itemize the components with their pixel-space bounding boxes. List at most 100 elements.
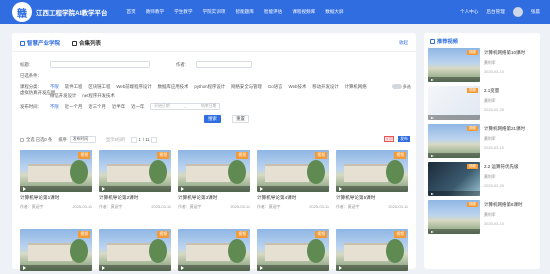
- tab-cooperation[interactable]: 合集列表: [72, 39, 101, 47]
- video-title[interactable]: 计算机导论第2课时: [99, 195, 171, 201]
- video-thumbnail[interactable]: 视频: [20, 150, 92, 192]
- category-option[interactable]: Web前端程序设计: [116, 84, 151, 90]
- video-thumbnail[interactable]: 视频: [428, 162, 480, 196]
- category-option[interactable]: 软件工程: [65, 84, 83, 90]
- category-option[interactable]: 网络安全与管理: [231, 84, 262, 90]
- video-thumbnail[interactable]: 视频: [428, 200, 480, 234]
- play-icon[interactable]: [431, 117, 434, 119]
- filter-tag-publish[interactable]: 发布: [398, 136, 410, 142]
- video-title[interactable]: 计算机导论第4课时: [257, 195, 329, 201]
- multi-select-toggle[interactable]: [392, 84, 402, 89]
- play-icon[interactable]: [339, 266, 342, 270]
- video-thumbnail[interactable]: 视频: [20, 229, 92, 271]
- category-option[interactable]: 移动开发设计: [312, 84, 338, 90]
- play-icon[interactable]: [23, 266, 26, 270]
- video-card[interactable]: 视频 计算机导论第4课时 作者：黄涵宇 2025-03-11: [257, 150, 329, 210]
- video-title[interactable]: 2.2 运算符优先级: [484, 164, 519, 170]
- play-icon[interactable]: [431, 193, 434, 195]
- school-logo[interactable]: 赣: [12, 2, 32, 22]
- category-option[interactable]: 微信开发设计: [50, 93, 76, 99]
- nav-item-teacher-teaching[interactable]: 教师教学: [141, 9, 169, 15]
- category-option[interactable]: python程序设计: [194, 84, 225, 90]
- video-title[interactable]: 计算机网络第6课时: [484, 202, 523, 208]
- play-icon[interactable]: [102, 187, 105, 191]
- time-option[interactable]: 近一年: [131, 104, 144, 110]
- play-icon[interactable]: [260, 266, 263, 270]
- video-card[interactable]: 视频: [20, 229, 92, 271]
- video-card[interactable]: 视频: [99, 229, 171, 271]
- category-option[interactable]: 区块链工程: [88, 84, 110, 90]
- author-input[interactable]: [196, 61, 252, 68]
- video-thumbnail[interactable]: 视频: [336, 229, 408, 271]
- username[interactable]: 张晨: [531, 9, 540, 15]
- video-card[interactable]: 视频: [257, 229, 329, 271]
- recommended-item[interactable]: 视频 计算机网络第6课时 黄利军 2025-03-10: [428, 200, 538, 234]
- collapse-button[interactable]: 收起: [399, 40, 408, 46]
- category-option[interactable]: Go语言: [268, 84, 283, 90]
- video-thumbnail[interactable]: 视频: [99, 150, 171, 192]
- time-option[interactable]: 近三个月: [88, 104, 106, 110]
- play-icon[interactable]: [181, 187, 184, 191]
- tab-smart-industry[interactable]: 智慧产业学院: [20, 39, 60, 47]
- video-thumbnail[interactable]: 视频: [99, 229, 171, 271]
- video-title[interactable]: 计算机导论第3课时: [178, 195, 250, 201]
- recommended-item[interactable]: 视频 计算机网络第21课时 黄利军 2025-03-10: [428, 124, 538, 158]
- time-option[interactable]: 不限: [50, 104, 59, 110]
- title-input[interactable]: [50, 61, 150, 68]
- video-card[interactable]: 视频 计算机导论第2课时 作者：黄涵宇 2025-03-11: [99, 150, 171, 210]
- nav-item-home[interactable]: 首页: [122, 9, 141, 15]
- admin-link[interactable]: 后台管理: [486, 9, 504, 15]
- play-icon[interactable]: [260, 187, 263, 191]
- avatar[interactable]: [512, 7, 523, 17]
- video-card[interactable]: 视频: [178, 229, 250, 271]
- nav-item-video-library[interactable]: 课程视频库: [287, 9, 320, 15]
- personal-center-link[interactable]: 个人中心: [460, 9, 478, 15]
- video-card[interactable]: 视频: [336, 229, 408, 271]
- sort-select[interactable]: 发布时间: [69, 136, 96, 143]
- video-thumbnail[interactable]: 视频: [178, 229, 250, 271]
- filter-tag-all[interactable]: 全部: [384, 136, 394, 142]
- video-thumbnail[interactable]: 视频: [178, 150, 250, 192]
- play-icon[interactable]: [102, 266, 105, 270]
- date-range-picker[interactable]: 开始日期 → 结束日期: [150, 103, 221, 110]
- video-thumbnail[interactable]: 视频: [257, 229, 329, 271]
- nav-item-training-projects[interactable]: 学院实训项: [197, 9, 230, 15]
- play-icon[interactable]: [23, 187, 26, 191]
- video-title[interactable]: 计算机导论第1课时: [20, 195, 92, 201]
- nav-item-assessment[interactable]: 智能评估: [259, 9, 287, 15]
- play-icon[interactable]: [339, 187, 342, 191]
- prev-page-button[interactable]: [131, 136, 138, 143]
- recommended-item[interactable]: 视频 计算机网络第10课时 黄利军 2025-03-10: [428, 48, 538, 82]
- reset-button[interactable]: 重置: [232, 115, 249, 123]
- video-title[interactable]: 计算机导论第5课时: [336, 195, 408, 201]
- nav-item-student-teaching[interactable]: 学生教学: [169, 9, 197, 15]
- video-thumbnail[interactable]: 视频: [428, 124, 480, 158]
- video-title[interactable]: 2.1变量: [484, 88, 504, 94]
- category-option[interactable]: 计算机网络: [345, 84, 367, 90]
- video-thumbnail[interactable]: 视频: [428, 86, 480, 120]
- category-option[interactable]: Web技术: [289, 84, 307, 90]
- time-option[interactable]: 近半年: [112, 104, 125, 110]
- video-card[interactable]: 视频 计算机导论第5课时 作者：黄涵宇 2025-03-11: [336, 150, 408, 210]
- search-button[interactable]: 搜索: [204, 115, 221, 123]
- category-option[interactable]: net程序开发技术: [82, 93, 114, 99]
- recommended-item[interactable]: 视频 2.2 运算符优先级 黄利军 2025-02-25: [428, 162, 538, 196]
- play-icon[interactable]: [431, 79, 434, 81]
- play-icon[interactable]: [181, 266, 184, 270]
- video-card[interactable]: 视频 计算机导论第1课时 作者：黄涵宇 2025-03-11: [20, 150, 92, 210]
- time-option[interactable]: 近一个月: [65, 104, 83, 110]
- select-all-checkbox[interactable]: [20, 137, 24, 142]
- next-page-button[interactable]: [150, 136, 157, 143]
- video-card[interactable]: 视频 计算机导论第3课时 作者：黄涵宇 2025-03-11: [178, 150, 250, 210]
- video-title[interactable]: 计算机网络第21课时: [484, 126, 525, 132]
- video-thumbnail[interactable]: 视频: [336, 150, 408, 192]
- nav-item-data-screen[interactable]: 数据大屏: [320, 9, 348, 15]
- play-icon[interactable]: [431, 231, 434, 233]
- play-icon[interactable]: [431, 155, 434, 157]
- video-title[interactable]: 计算机网络第10课时: [484, 50, 525, 56]
- recommended-item[interactable]: 视频 2.1变量 黄利军 2025-02-25: [428, 86, 538, 120]
- video-thumbnail[interactable]: 视频: [257, 150, 329, 192]
- nav-item-question-bank[interactable]: 智能题库: [230, 9, 258, 15]
- video-thumbnail[interactable]: 视频: [428, 48, 480, 82]
- category-option[interactable]: 数据库应用技术: [158, 84, 189, 90]
